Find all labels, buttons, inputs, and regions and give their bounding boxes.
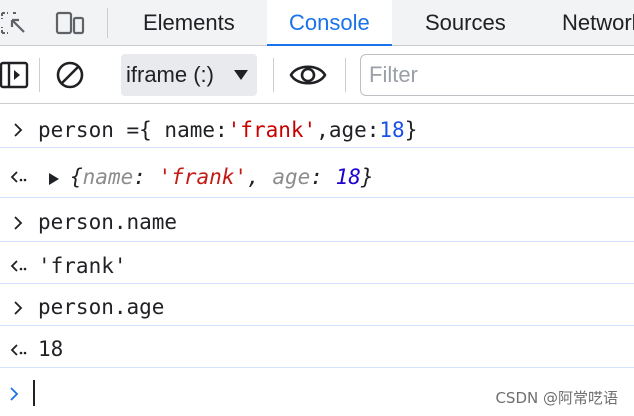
filter-input[interactable] (360, 54, 634, 96)
code-string: 'frank' (227, 118, 317, 142)
result-arrow-icon (10, 255, 27, 272)
result-arrow-icon (10, 166, 27, 183)
chevron-right-icon (10, 212, 26, 230)
devtools-tab-bar: Elements Console Sources Network (0, 0, 634, 47)
tab-bar-separator (107, 8, 108, 38)
console-output[interactable]: person ={ name:'frank',age:18} {name: 'f… (0, 104, 634, 416)
watermark: CSDN @阿常呓语 (495, 389, 618, 407)
console-input-text: person.age (38, 295, 165, 319)
dropdown-arrow-icon (233, 67, 249, 83)
object-string-value: 'frank' (158, 165, 248, 189)
prompt-chevron-icon (6, 383, 22, 401)
object-key: age (272, 165, 311, 189)
console-input-row: person.age (0, 284, 634, 326)
code-token: person ={ name: (38, 118, 228, 142)
clear-console-icon[interactable] (55, 60, 85, 90)
console-result-number: 18 (38, 337, 64, 361)
live-expression-eye-icon[interactable] (289, 60, 327, 90)
console-input-text: person ={ name:'frank',age:18} (38, 117, 417, 143)
object-preview: {name: 'frank', age: 18} (70, 164, 374, 190)
console-result-row: 18 (0, 326, 634, 368)
console-input-row: person ={ name:'frank',age:18} (0, 104, 634, 148)
chevron-right-icon (10, 297, 26, 315)
console-input-text: person.name (38, 210, 178, 234)
tab-elements[interactable]: Elements (128, 0, 250, 46)
code-token: } (360, 165, 374, 189)
tab-network[interactable]: Network (547, 0, 634, 46)
console-result-row[interactable]: {name: 'frank', age: 18} (0, 148, 634, 198)
inspect-element-icon[interactable] (0, 10, 28, 36)
console-result-row: 'frank' (0, 242, 634, 284)
code-token: , (247, 165, 273, 189)
chevron-right-icon (10, 119, 26, 137)
code-token: : (133, 165, 159, 189)
result-arrow-icon (10, 339, 27, 356)
code-token: } (404, 118, 418, 142)
javascript-context-select[interactable]: iframe (:) (121, 54, 257, 96)
tab-sources[interactable]: Sources (410, 0, 521, 46)
device-toolbar-icon[interactable] (55, 10, 85, 36)
console-toolbar: iframe (:) (0, 46, 634, 104)
code-token: { (70, 165, 83, 189)
console-result-string: 'frank' (38, 254, 127, 278)
code-number: 18 (379, 118, 405, 142)
tab-console[interactable]: Console (267, 0, 392, 47)
object-key: name (82, 165, 134, 189)
object-number-value: 18 (335, 165, 361, 189)
expand-triangle-icon[interactable] (47, 167, 61, 185)
code-token: ,age: (316, 118, 380, 142)
console-input-row: person.name (0, 198, 634, 242)
console-prompt-caret[interactable] (33, 380, 35, 406)
toolbar-separator (39, 58, 40, 92)
toolbar-separator (345, 58, 346, 92)
code-token: : (310, 165, 336, 189)
show-sidebar-icon[interactable] (0, 60, 30, 90)
context-select-label: iframe (:) (126, 62, 214, 87)
toolbar-separator (273, 58, 274, 92)
